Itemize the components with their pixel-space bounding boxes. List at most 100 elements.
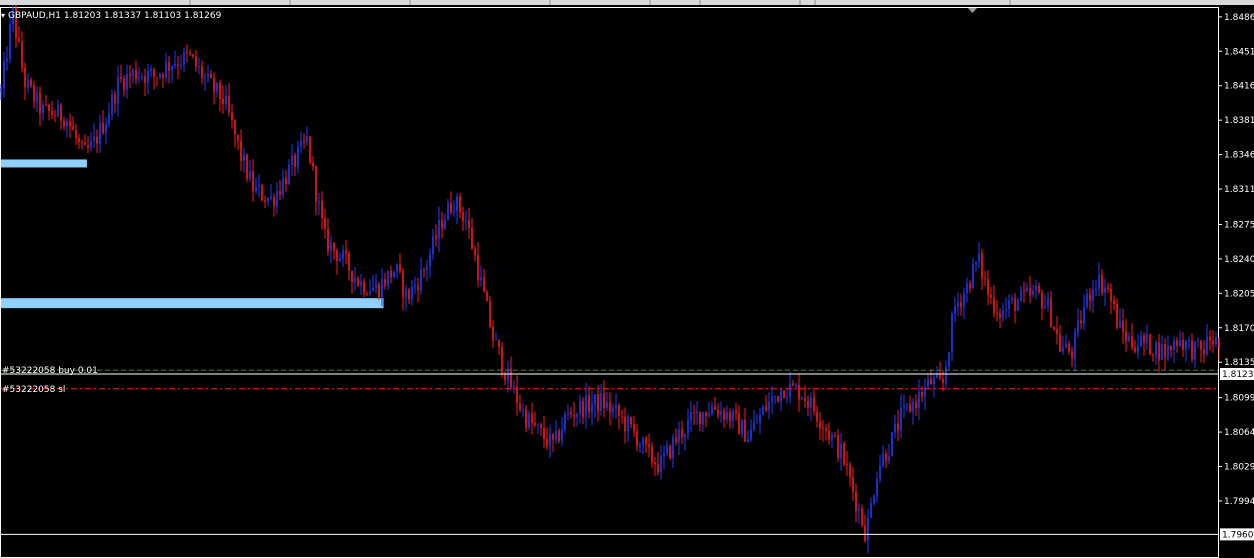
candle-body: [1128, 336, 1130, 341]
symbol-ohlc-label: GBPAUD,H1 1.81203 1.81337 1.81103 1.8126…: [8, 11, 222, 21]
candle-body: [1062, 347, 1064, 352]
candle-body: [264, 200, 266, 202]
candle-body: [1089, 294, 1091, 301]
candle-body: [213, 77, 215, 92]
candle-body: [435, 235, 437, 239]
candle-body: [189, 52, 191, 55]
candle-body: [138, 76, 140, 79]
candle-body: [9, 24, 11, 59]
candle-body: [1188, 340, 1190, 342]
candle-body: [483, 277, 485, 292]
candle-body: [552, 433, 554, 440]
candle-body: [840, 443, 842, 458]
candle-body: [804, 397, 806, 402]
candle-body: [927, 378, 929, 387]
candle-body: [267, 197, 269, 202]
candle-body: [42, 104, 44, 114]
candle-body: [1215, 338, 1217, 345]
candle-body: [294, 155, 296, 167]
candle-body: [1167, 345, 1169, 358]
candle-body: [378, 283, 380, 298]
candle-body: [297, 146, 299, 167]
candle-body: [132, 69, 134, 76]
candle-body: [834, 434, 836, 436]
candle-body: [924, 386, 926, 397]
candle-body: [201, 66, 203, 79]
candle-body: [720, 410, 722, 416]
candle-body: [1158, 342, 1160, 360]
candle-body: [1206, 336, 1208, 354]
candle-body: [123, 78, 125, 90]
candle-body: [1179, 339, 1181, 346]
candle-body: [114, 94, 116, 104]
candle-body: [1104, 287, 1106, 293]
candle-body: [474, 248, 476, 256]
candle-body: [249, 171, 251, 179]
candle-body: [147, 70, 149, 83]
candle-body: [336, 250, 338, 262]
buy-order-label: #53222058 buy 0.01: [2, 366, 98, 376]
candle-body: [1200, 340, 1202, 350]
candle-body: [960, 302, 962, 307]
candle-body: [735, 410, 737, 413]
candle-body: [846, 464, 848, 466]
price-tick-label: 1.8416: [1224, 82, 1254, 92]
candle-body: [963, 293, 965, 307]
candle-body: [594, 394, 596, 405]
candle-body: [813, 397, 815, 412]
support-zone: [1, 159, 87, 168]
candle-body: [45, 104, 47, 106]
candle-body: [90, 141, 92, 148]
candle-body: [363, 281, 365, 294]
candle-body: [576, 413, 578, 418]
candle-body: [420, 269, 422, 291]
candle-body: [906, 403, 908, 405]
candle-body: [987, 278, 989, 295]
candle-body: [462, 212, 464, 222]
candle-body: [1011, 298, 1013, 301]
candle-body: [654, 462, 656, 465]
candle-body: [168, 62, 170, 71]
candle-body: [867, 517, 869, 541]
candle-body: [117, 76, 119, 104]
candle-body: [423, 269, 425, 271]
symbol-dropdown-icon[interactable]: ▾: [1, 11, 5, 20]
candle-body: [570, 412, 572, 415]
price-tick-label: 1.8064: [1224, 428, 1254, 438]
candle-body: [54, 115, 56, 117]
candle-body: [354, 278, 356, 282]
candle: [378, 281, 380, 301]
candle-body: [405, 289, 407, 298]
candle-body: [774, 396, 776, 398]
candle-body: [645, 437, 647, 445]
candle-body: [708, 413, 710, 417]
candle-body: [243, 155, 245, 161]
candle-body: [573, 414, 575, 418]
candle-body: [1110, 288, 1112, 301]
candle-body: [177, 64, 179, 66]
price-chart[interactable]: 1.8486 1.8451 1.8416 1.8381 1.8346 1.8311 1.82…: [0, 0, 1254, 558]
candle-body: [1080, 320, 1082, 324]
candle-body: [786, 396, 788, 398]
candle-body: [306, 136, 308, 142]
candle-body: [762, 406, 764, 415]
candle-body: [717, 409, 719, 416]
candle-body: [411, 286, 413, 300]
candle-body: [291, 155, 293, 165]
candle-body: [69, 120, 71, 127]
candle-body: [993, 297, 995, 313]
candle-body: [96, 136, 98, 144]
candle-body: [300, 140, 302, 147]
candle-body: [108, 114, 110, 124]
candle-body: [150, 69, 152, 71]
candle-body: [348, 253, 350, 271]
price-tick-label: 1.8275: [1224, 220, 1254, 230]
candle-body: [639, 444, 641, 446]
candle-body: [1047, 298, 1049, 307]
candle-body: [1173, 340, 1175, 351]
candle-body: [753, 422, 755, 430]
candle-body: [615, 405, 617, 409]
candle-body: [582, 401, 584, 418]
candle-body: [657, 464, 659, 473]
candle-body: [825, 428, 827, 431]
